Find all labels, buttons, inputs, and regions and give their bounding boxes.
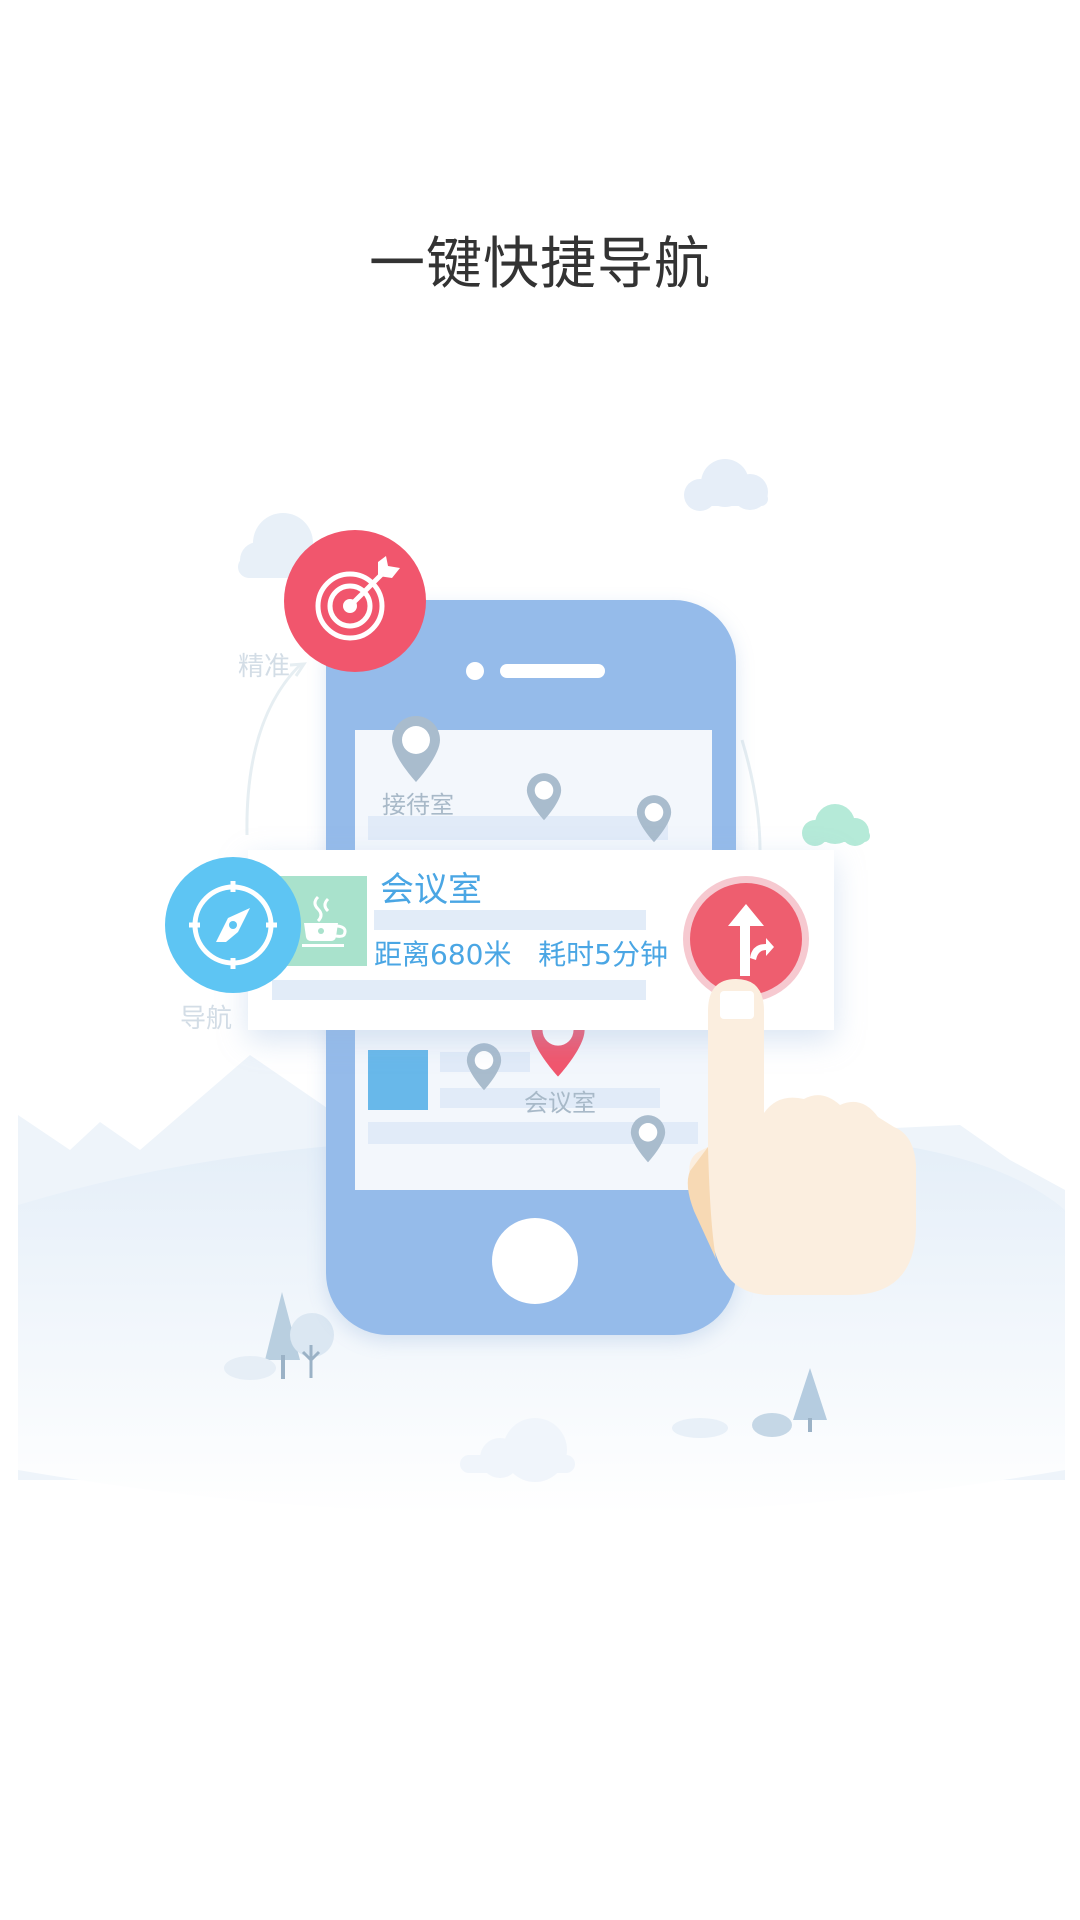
label-navigation: 导航 xyxy=(180,1004,233,1034)
pin-label-reception: 接待室 xyxy=(382,791,454,819)
map-pin-icon xyxy=(636,795,672,843)
map-pin-icon xyxy=(392,716,440,782)
phone-speaker xyxy=(500,664,605,678)
card-distance-duration: 距离680米 耗时5分钟 xyxy=(374,936,668,974)
card-title: 会议室 xyxy=(380,870,482,910)
route-arrow-icon xyxy=(728,904,774,976)
card-placeholder-bar xyxy=(272,980,646,1000)
cloud-mint xyxy=(802,804,870,846)
phone-camera-dot xyxy=(466,662,484,680)
card-placeholder-bar xyxy=(374,910,646,930)
map-pin-icon xyxy=(630,1115,666,1163)
compass-icon xyxy=(189,881,277,969)
pin-label-meeting-room: 会议室 xyxy=(524,1089,596,1117)
card-distance: 距离680米 xyxy=(374,938,512,971)
card-duration: 耗时5分钟 xyxy=(538,938,668,971)
coffee-cup-icon xyxy=(302,895,347,947)
label-precise: 精准 xyxy=(238,652,291,682)
target-arrow-icon xyxy=(315,556,400,641)
map-pin-icon xyxy=(526,773,562,821)
cloud-top-right xyxy=(684,459,768,511)
arc-left xyxy=(245,663,302,836)
map-pin-icon xyxy=(466,1043,502,1091)
arc-right xyxy=(740,739,762,851)
page-headline: 一键快捷导航 xyxy=(369,232,711,297)
pointing-hand xyxy=(687,979,916,1295)
phone-home-button xyxy=(492,1218,578,1304)
screen-thumbnail xyxy=(368,1050,428,1110)
